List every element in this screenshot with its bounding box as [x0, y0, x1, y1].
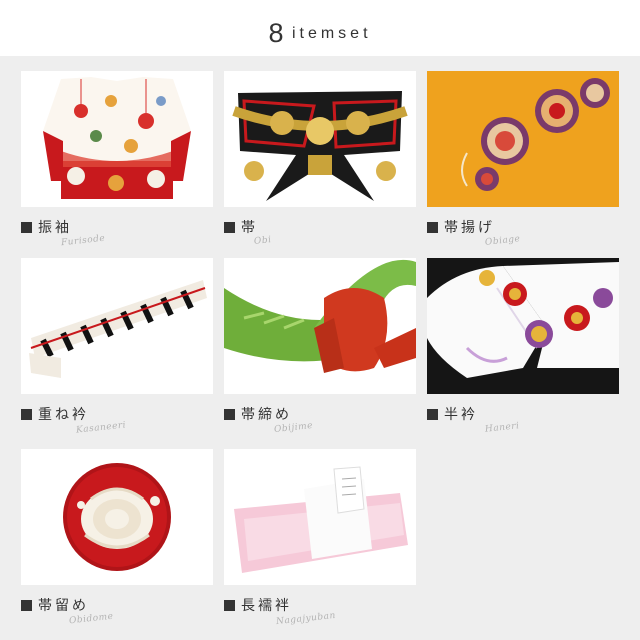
item-label: 帯揚げ — [427, 217, 495, 237]
item-label-text: 帯締め — [241, 407, 292, 423]
page-title: 8 itemset — [0, 18, 640, 49]
item-label: 重ね衿 — [21, 404, 89, 424]
bullet-square-icon — [21, 408, 32, 420]
nagajyuban-image — [224, 449, 416, 585]
furisode-image — [21, 71, 213, 207]
item-label-text: 帯 — [241, 220, 258, 236]
item-label: 長襦袢 — [224, 595, 292, 615]
item-grid: 振袖 Furisode 帯 Obi 帯揚げ Obiage 重ね衿 Kasanee… — [0, 56, 640, 640]
bullet-square-icon — [224, 408, 235, 420]
bullet-square-icon — [224, 599, 235, 611]
item-label-text: 帯留め — [38, 598, 89, 614]
obi-image — [224, 71, 416, 207]
title-word: itemset — [291, 24, 372, 42]
item-label-text: 重ね衿 — [38, 407, 89, 423]
item-count: 8 — [268, 18, 284, 48]
item-label-text: 振袖 — [38, 220, 72, 236]
item-label-text: 半衿 — [444, 407, 478, 423]
haneri-image — [427, 258, 619, 394]
item-label: 帯留め — [21, 595, 89, 615]
item-romaji: Obi — [253, 235, 273, 247]
item-romaji: Haneri — [484, 421, 520, 435]
bullet-square-icon — [224, 221, 235, 233]
item-label-text: 長襦袢 — [241, 598, 292, 614]
item-label-text: 帯揚げ — [444, 220, 495, 236]
obijime-image — [224, 258, 416, 394]
item-label: 振袖 — [21, 217, 72, 237]
bullet-square-icon — [427, 408, 438, 420]
bullet-square-icon — [21, 599, 32, 611]
item-label: 帯締め — [224, 404, 292, 424]
item-romaji: Obiage — [484, 234, 521, 248]
obidome-image — [21, 449, 213, 585]
bullet-square-icon — [21, 221, 32, 233]
header: 8 itemset — [0, 0, 640, 56]
item-label: 半衿 — [427, 404, 478, 424]
item-label: 帯 — [224, 217, 258, 237]
kasaneeri-image — [21, 258, 213, 394]
bullet-square-icon — [427, 221, 438, 233]
obiage-image — [427, 71, 619, 207]
